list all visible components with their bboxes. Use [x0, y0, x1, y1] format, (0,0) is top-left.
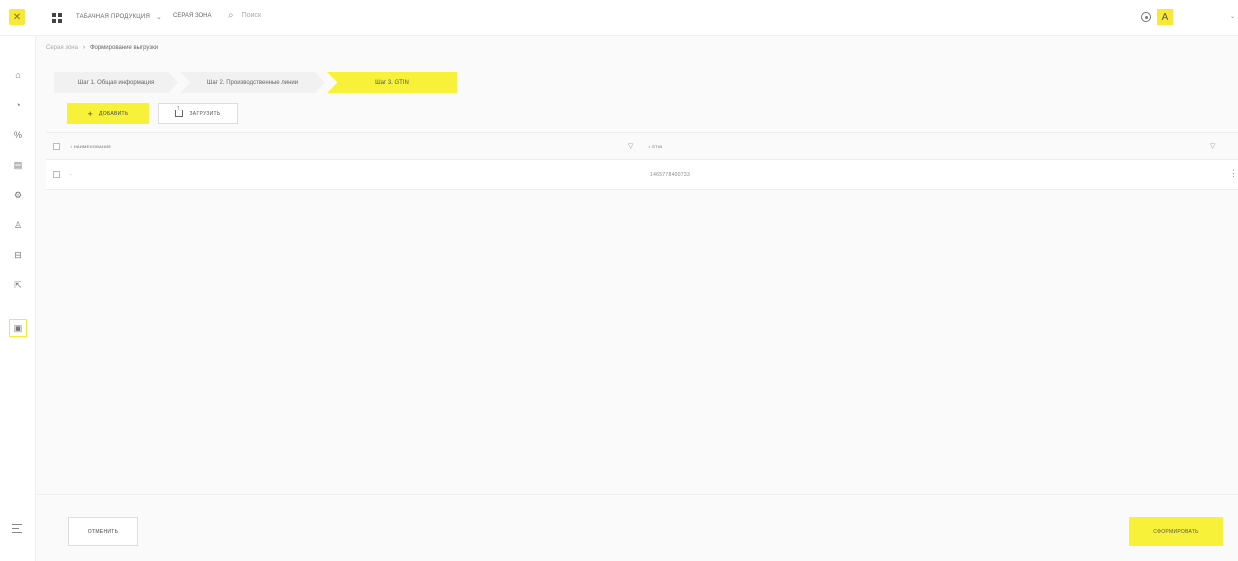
- table-header: ↕ НАИМЕНОВАНИЕ ▽ ↕ GTIN ▽: [46, 132, 1238, 160]
- upload-button[interactable]: ЗАГРУЗИТЬ: [158, 103, 238, 124]
- export-icon[interactable]: ⇱: [9, 276, 27, 294]
- step-gtin[interactable]: Шаг 3. GTIN: [327, 72, 457, 93]
- row-checkbox[interactable]: [53, 171, 60, 178]
- cancel-button[interactable]: ОТМЕНИТЬ: [68, 517, 138, 546]
- product-group-select[interactable]: ТАБАЧНАЯ ПРОДУКЦИЯ ⌄: [76, 13, 162, 21]
- chevron-down-icon: ⌄: [155, 14, 163, 21]
- footer-actions: ОТМЕНИТЬ СФОРМИРОВАТЬ: [36, 494, 1238, 561]
- column-header-gtin[interactable]: ↕ GTIN: [648, 144, 662, 149]
- breadcrumb-separator-icon: ›: [82, 45, 85, 51]
- add-button[interactable]: + ДОБАВИТЬ: [67, 103, 149, 124]
- cell-name: -: [70, 172, 72, 178]
- upload-icon: [175, 105, 184, 117]
- filter-icon[interactable]: ▽: [1210, 142, 1215, 150]
- upload-button-label: ЗАГРУЗИТЬ: [189, 110, 221, 117]
- filter-icon[interactable]: ▽: [628, 142, 633, 150]
- search-box[interactable]: ⌕ Поиск: [228, 10, 261, 21]
- search-icon: ⌕: [228, 10, 234, 21]
- settings-icon[interactable]: ⚙: [9, 186, 27, 204]
- zone-link[interactable]: СЕРАЯ ЗОНА: [173, 13, 212, 19]
- document-icon[interactable]: ▤: [9, 156, 27, 174]
- main-content: Серая зона › Формирование выгрузки Шаг 1…: [36, 36, 1238, 561]
- search-input[interactable]: Поиск: [242, 12, 261, 19]
- user-menu-chevron-icon[interactable]: ⌄: [1230, 13, 1235, 20]
- archive-icon[interactable]: ⊟: [9, 246, 27, 264]
- step-production-lines[interactable]: Шаг 2. Производственные линии: [180, 72, 325, 93]
- gray-zone-icon[interactable]: ▣: [9, 319, 27, 337]
- stepper: Шаг 1. Общая информация Шаг 2. Производс…: [54, 72, 457, 93]
- breadcrumb-current: Формирование выгрузки: [89, 45, 159, 51]
- add-button-label: ДОБАВИТЬ: [99, 110, 129, 117]
- home-icon[interactable]: ⌂: [9, 66, 27, 84]
- gtin-table: ↕ НАИМЕНОВАНИЕ ▽ ↕ GTIN ▽ - 146577840073…: [46, 132, 1238, 190]
- dashboard-icon[interactable]: ◔: [9, 96, 27, 114]
- product-group-label: ТАБАЧНАЯ ПРОДУКЦИЯ: [76, 14, 150, 20]
- logo-icon[interactable]: ✕: [9, 9, 25, 25]
- breadcrumb: Серая зона › Формирование выгрузки: [46, 45, 158, 51]
- apps-grid-icon[interactable]: [52, 13, 62, 23]
- users-icon[interactable]: ♙: [9, 216, 27, 234]
- plus-icon: +: [87, 108, 94, 119]
- sidebar: ⌂ ◔ % ▤ ⚙ ♙ ⊟ ⇱ ▣: [0, 36, 36, 561]
- help-icon[interactable]: [1141, 12, 1151, 22]
- select-all-checkbox[interactable]: [53, 143, 60, 150]
- table-row[interactable]: - 1465778400733 ⋮: [46, 160, 1238, 190]
- menu-toggle-icon[interactable]: [12, 524, 22, 533]
- avatar[interactable]: A: [1157, 9, 1173, 25]
- generate-button[interactable]: СФОРМИРОВАТЬ: [1129, 517, 1223, 546]
- breadcrumb-parent[interactable]: Серая зона: [46, 45, 78, 51]
- top-bar: ✕ ТАБАЧНАЯ ПРОДУКЦИЯ ⌄ СЕРАЯ ЗОНА ⌕ Поис…: [0, 0, 1238, 36]
- column-header-gtin-label: GTIN: [651, 144, 663, 149]
- cell-gtin: 1465778400733: [650, 172, 691, 178]
- percent-icon[interactable]: %: [9, 126, 27, 144]
- column-header-name[interactable]: ↕ НАИМЕНОВАНИЕ: [70, 144, 111, 149]
- step-general-info[interactable]: Шаг 1. Общая информация: [54, 72, 178, 93]
- more-vertical-icon[interactable]: ⋮: [1229, 168, 1238, 179]
- column-header-name-label: НАИМЕНОВАНИЕ: [73, 144, 112, 149]
